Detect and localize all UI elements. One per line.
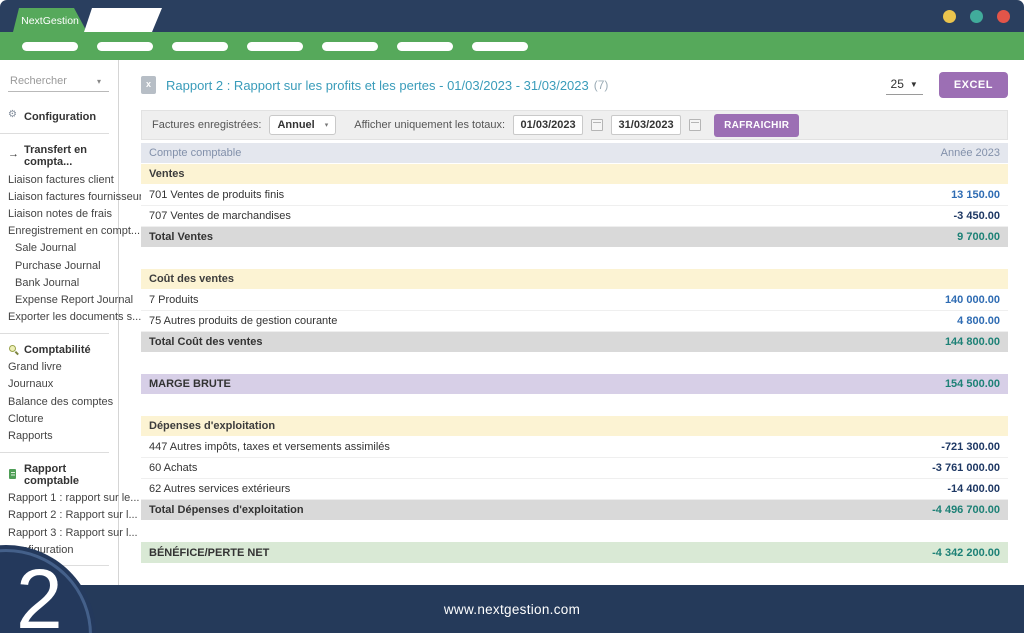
calendar-icon[interactable] (689, 119, 701, 131)
sidebar-item[interactable]: Exporter les documents s... (0, 309, 118, 326)
calendar-icon[interactable] (591, 119, 603, 131)
sidebar: ▾ Configuration Transfert en compta... L… (0, 60, 119, 585)
sidebar-divider (0, 133, 109, 134)
filter-bar: Factures enregistrées: Annuel ▾ Afficher… (141, 110, 1008, 140)
table-row-section: Dépenses d'exploitation (141, 416, 1008, 437)
window-controls (943, 10, 1010, 23)
search-input[interactable] (8, 74, 97, 88)
sidebar-item[interactable]: Rapport 3 : Rapport sur l... (0, 524, 118, 541)
page-number: 2 (16, 557, 63, 633)
sidebar-item[interactable]: Rapports (0, 427, 118, 444)
table-row-item: 75 Autres produits de gestion courante 4… (141, 311, 1008, 332)
gears-icon (8, 112, 19, 123)
table-header-row: Compte comptable Année 2023 (141, 143, 1008, 164)
table-row-item: 447 Autres impôts, taxes et versements a… (141, 437, 1008, 458)
page-size-select[interactable]: 25 ▼ (886, 75, 923, 95)
sidebar-header[interactable]: Configuration (0, 108, 118, 126)
report-table: Compte comptable Année 2023 Ventes 701 V… (141, 143, 1008, 564)
main-nav-bar (0, 32, 1024, 60)
arrow-right-icon (8, 151, 19, 162)
sidebar-item[interactable]: Journaux (0, 376, 118, 393)
table-row-section: Coût des ventes (141, 269, 1008, 290)
table-row-net: BÉNÉFICE/PERTE NET -4 342 200.00 (141, 542, 1008, 564)
period-select[interactable]: Annuel ▾ (269, 115, 336, 135)
table-row-total: Total Dépenses d'exploitation -4 496 700… (141, 500, 1008, 521)
table-row-item: 60 Achats -3 761 000.00 (141, 458, 1008, 479)
footer-bar: www.nextgestion.com (0, 585, 1024, 633)
secondary-tab[interactable] (84, 8, 162, 32)
window-dot-teal[interactable] (970, 10, 983, 23)
nav-pill[interactable] (97, 42, 153, 51)
report-title-link[interactable]: Rapport 2 : Rapport sur les profits et l… (166, 78, 589, 93)
sidebar-divider (0, 452, 109, 453)
sidebar-item[interactable]: Balance des comptes (0, 393, 118, 410)
sidebar-item[interactable]: Grand livre (0, 359, 118, 376)
footer-url: www.nextgestion.com (444, 602, 580, 617)
brand-label: NextGestion (21, 15, 79, 27)
magnifier-icon (8, 344, 19, 355)
sidebar-item[interactable]: Liaison factures fournisseur (0, 188, 118, 205)
table-row-total: Total Ventes 9 700.00 (141, 227, 1008, 248)
table-row-gap (141, 353, 1008, 374)
window-title-bar: NextGestion (0, 0, 1024, 32)
sidebar-item[interactable]: Liaison factures client (0, 171, 118, 188)
window-dot-red[interactable] (997, 10, 1010, 23)
nav-pill[interactable] (472, 42, 528, 51)
excel-file-icon (141, 76, 156, 94)
sidebar-header[interactable]: Transfert en compta... (0, 141, 118, 171)
table-row-item: 62 Autres services extérieurs -14 400.00 (141, 479, 1008, 500)
table-row-gap (141, 248, 1008, 269)
excel-export-button[interactable]: EXCEL (939, 72, 1008, 98)
nav-pill[interactable] (22, 42, 78, 51)
column-year: Année 2023 (941, 147, 1000, 159)
chevron-down-icon: ▼ (910, 80, 918, 89)
main-content: Rapport 2 : Rapport sur les profits et l… (119, 60, 1024, 585)
table-row-total: Total Coût des ventes 144 800.00 (141, 332, 1008, 353)
date-from-input[interactable] (513, 115, 583, 135)
sidebar-item[interactable]: Sale Journal (0, 240, 118, 257)
report-count: (7) (594, 78, 609, 92)
file-icon (8, 469, 19, 480)
sidebar-item[interactable]: Liaison notes de frais (0, 205, 118, 222)
sidebar-search: ▾ (8, 74, 109, 92)
chevron-down-icon: ▾ (325, 121, 329, 129)
totals-only-label: Afficher uniquement les totaux: (354, 119, 505, 131)
date-to-input[interactable] (611, 115, 681, 135)
sidebar-item[interactable]: Rapport 1 : rapport sur le... (0, 490, 118, 507)
sidebar-header[interactable]: Comptabilité (0, 341, 118, 359)
table-row-item: 7 Produits 140 000.00 (141, 290, 1008, 311)
sidebar-item[interactable]: Enregistrement en compt... (0, 223, 118, 240)
sidebar-item[interactable]: Bank Journal (0, 274, 118, 291)
table-row-item: 707 Ventes de marchandises -3 450.00 (141, 206, 1008, 227)
nav-pill[interactable] (172, 42, 228, 51)
table-row-marge: MARGE BRUTE 154 500.00 (141, 374, 1008, 395)
window-dot-yellow[interactable] (943, 10, 956, 23)
column-account: Compte comptable (149, 147, 241, 159)
table-row-gap (141, 521, 1008, 542)
chevron-down-icon[interactable]: ▾ (97, 77, 101, 86)
sidebar-item[interactable]: Cloture (0, 410, 118, 427)
sidebar-item[interactable]: Rapport 2 : Rapport sur l... (0, 507, 118, 524)
sidebar-divider (0, 333, 109, 334)
sidebar-item[interactable]: Purchase Journal (0, 257, 118, 274)
sidebar-item[interactable]: Expense Report Journal (0, 291, 118, 308)
table-row-item: 701 Ventes de produits finis 13 150.00 (141, 185, 1008, 206)
table-row-section: Ventes (141, 164, 1008, 185)
sidebar-header[interactable]: Rapport comptable (0, 460, 118, 490)
refresh-button[interactable]: RAFRAICHIR (714, 114, 799, 137)
brand-tab[interactable]: NextGestion (13, 8, 87, 32)
report-title-row: Rapport 2 : Rapport sur les profits et l… (141, 72, 1008, 98)
nav-pill[interactable] (397, 42, 453, 51)
nav-pill[interactable] (322, 42, 378, 51)
nav-pill[interactable] (247, 42, 303, 51)
table-row-gap (141, 395, 1008, 416)
invoices-filter-label: Factures enregistrées: (152, 119, 261, 131)
